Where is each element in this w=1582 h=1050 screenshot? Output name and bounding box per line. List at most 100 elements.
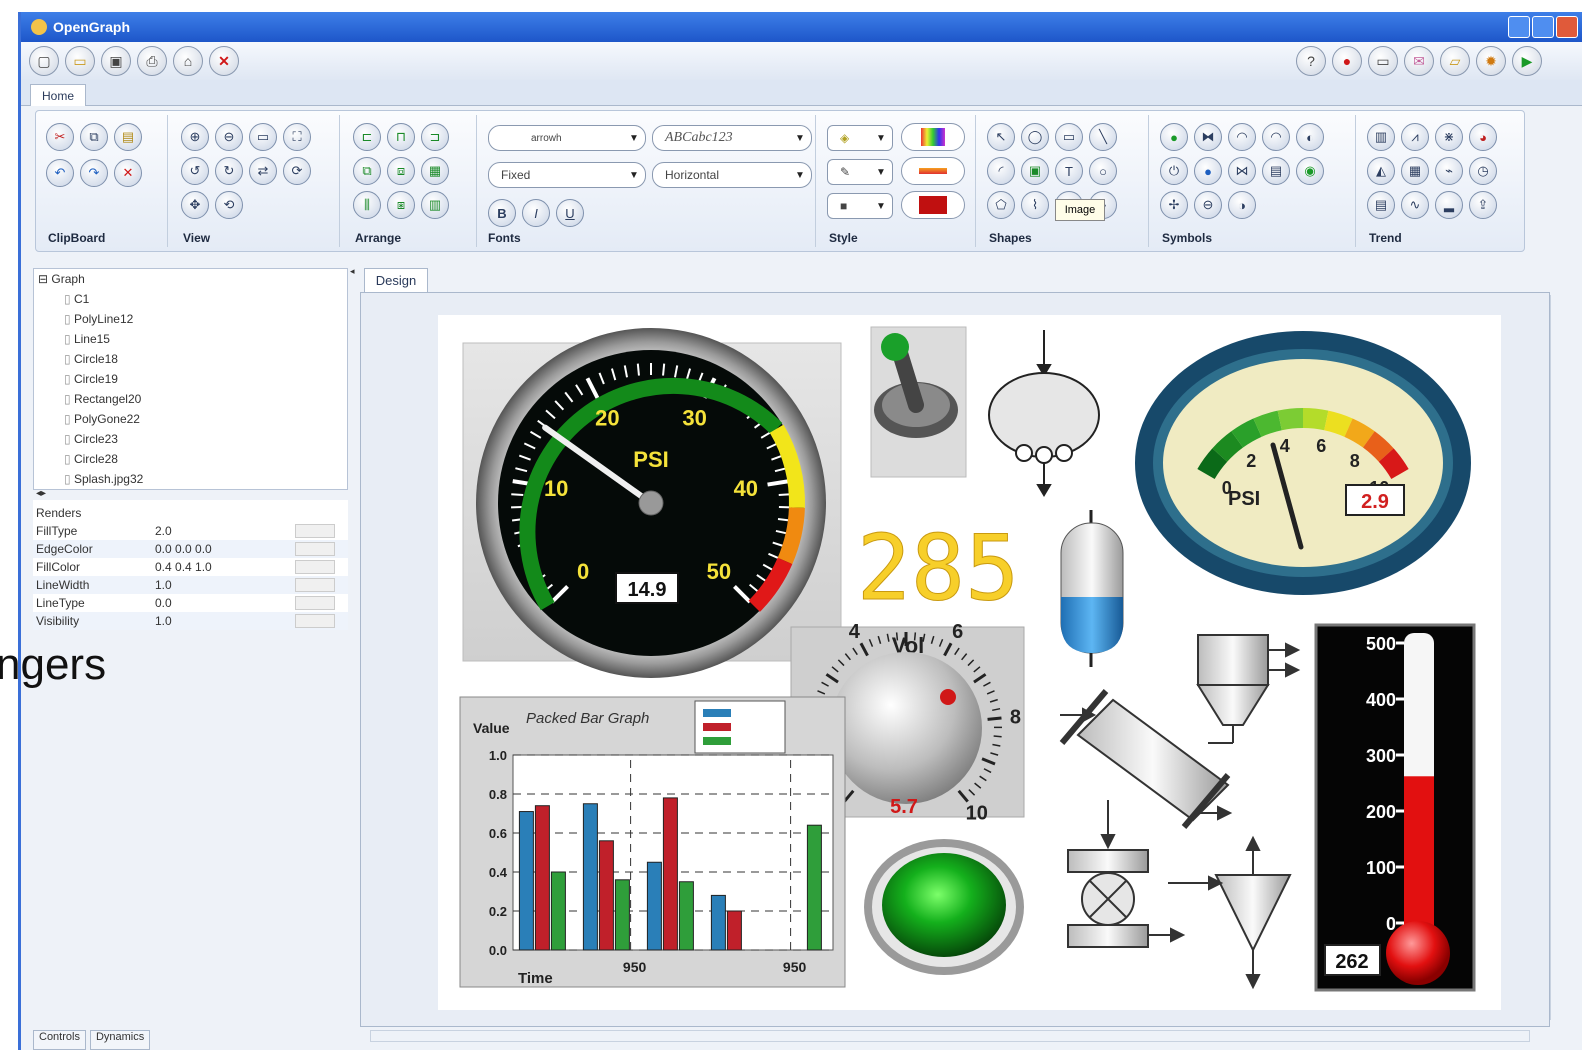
redo-icon[interactable]: ↷: [80, 159, 108, 187]
font-preview-select[interactable]: ABCabc123 ▼: [652, 125, 812, 151]
line-color-button[interactable]: [901, 157, 965, 185]
led-symbol-icon[interactable]: ●: [1160, 123, 1188, 151]
monitor-icon[interactable]: ▭: [1368, 46, 1398, 76]
tree-item[interactable]: ▯ Circle18: [34, 349, 347, 369]
tab-home[interactable]: Home: [30, 84, 86, 106]
toggle-switch[interactable]: [870, 326, 967, 478]
shadow-style-select[interactable]: ■ ▼: [827, 193, 893, 219]
arc-icon[interactable]: ◜: [987, 157, 1015, 185]
font-direction-select[interactable]: Horizontal ▼: [652, 162, 812, 188]
tree-item[interactable]: ▯ Rectangel20: [34, 389, 347, 409]
filter-valve[interactable]: [1067, 800, 1186, 948]
select-arrow-icon[interactable]: ↖: [987, 123, 1015, 151]
rectangle-icon[interactable]: ▭: [1055, 123, 1083, 151]
print-icon[interactable]: ⎙: [137, 46, 167, 76]
property-edit-button[interactable]: [295, 524, 335, 538]
psi-gauge-black[interactable]: PSI 0 10 20 30 40 50 14.9: [462, 328, 842, 678]
distribute-icon[interactable]: ⫼: [353, 191, 381, 219]
minimize-button[interactable]: [1508, 16, 1530, 38]
align-right-icon[interactable]: ⊐: [421, 123, 449, 151]
rotate-right-icon[interactable]: ↻: [215, 157, 243, 185]
fill-style-select[interactable]: ◈ ▼: [827, 125, 893, 151]
waveform-icon[interactable]: ∿: [1401, 191, 1429, 219]
drop-symbol-icon[interactable]: ●: [1194, 157, 1222, 185]
delete-icon[interactable]: ✕: [114, 159, 142, 187]
property-row[interactable]: LineWidth 1.0: [33, 576, 348, 594]
property-edit-button[interactable]: [295, 614, 335, 628]
new-file-icon[interactable]: ▢: [29, 46, 59, 76]
cut-icon[interactable]: ✂: [46, 123, 74, 151]
property-value[interactable]: 0.4 0.4 1.0: [155, 558, 295, 576]
bar-chart[interactable]: Packed Bar Graph Value Time 1.0 0.8 0.6 0.4…: [459, 696, 846, 988]
trend-icon[interactable]: ⌁: [1435, 157, 1463, 185]
open-folder-icon[interactable]: ▭: [65, 46, 95, 76]
tab-dynamics[interactable]: Dynamics: [89, 1030, 151, 1050]
close-icon[interactable]: ✕: [209, 46, 239, 76]
reset-view-icon[interactable]: ⟲: [215, 191, 243, 219]
zoom-in-icon[interactable]: ⊕: [181, 123, 209, 151]
align-left-icon[interactable]: ⊏: [353, 123, 381, 151]
font-mode-select[interactable]: Fixed ▼: [488, 162, 646, 188]
property-value[interactable]: 0.0: [155, 594, 295, 612]
fill-color-button[interactable]: [901, 191, 965, 219]
indicator-symbol-icon[interactable]: ◉: [1296, 157, 1324, 185]
tree-item[interactable]: ▯ Splash.jpg32: [34, 469, 347, 489]
underline-icon[interactable]: U: [556, 199, 584, 227]
switch-symbol-icon[interactable]: ⏻: [1160, 157, 1188, 185]
area-chart-icon[interactable]: ◭: [1367, 157, 1395, 185]
property-row[interactable]: FillColor 0.4 0.4 1.0: [33, 558, 348, 576]
fullscreen-icon[interactable]: ⛶: [283, 123, 311, 151]
report-icon[interactable]: ▤: [1367, 191, 1395, 219]
property-row[interactable]: FillType 2.0: [33, 522, 348, 540]
tree-item[interactable]: ▯ Line15: [34, 329, 347, 349]
property-row[interactable]: EdgeColor 0.0 0.0 0.0: [33, 540, 348, 558]
bring-front-icon[interactable]: ⧉: [353, 157, 381, 185]
drawing-canvas[interactable]: PSI 0 10 20 30 40 50 14.9 285 0 2 4 6 8 10 PSI: [438, 315, 1501, 1010]
mail-icon[interactable]: ✉: [1404, 46, 1434, 76]
xy-chart-icon[interactable]: ⋇: [1435, 123, 1463, 151]
align-center-icon[interactable]: ⊓: [387, 123, 415, 151]
psi-gauge-cream[interactable]: 0246810 PSI 2.9: [1135, 331, 1471, 595]
property-value[interactable]: 2.0: [155, 522, 295, 540]
close-window-button[interactable]: [1556, 16, 1578, 38]
export-icon[interactable]: ⇪: [1469, 191, 1497, 219]
green-indicator-light[interactable]: [864, 839, 1024, 975]
tree-item[interactable]: ▯ C1: [34, 289, 347, 309]
fit-icon[interactable]: ▭: [249, 123, 277, 151]
property-value[interactable]: 1.0: [155, 612, 295, 630]
line-style-select[interactable]: ✎ ▼: [827, 159, 893, 185]
copy-icon[interactable]: ⧉: [80, 123, 108, 151]
cone-separator[interactable]: [1168, 835, 1292, 990]
tree-item[interactable]: ▯ Circle19: [34, 369, 347, 389]
property-row[interactable]: Visibility 1.0: [33, 612, 348, 630]
order-icon[interactable]: ▥: [421, 191, 449, 219]
refresh-icon[interactable]: ⟳: [283, 157, 311, 185]
table-icon[interactable]: ▦: [1401, 157, 1429, 185]
folder-icon[interactable]: ▱: [1440, 46, 1470, 76]
property-edit-button[interactable]: [295, 578, 335, 592]
hopper-vessel[interactable]: [988, 330, 1100, 497]
line-chart-icon[interactable]: ⩘: [1401, 123, 1429, 151]
zoom-out-icon[interactable]: ⊖: [215, 123, 243, 151]
dome-symbol-icon[interactable]: ◠: [1262, 123, 1290, 151]
cyclone-separator[interactable]: [1196, 634, 1301, 744]
group-objects-icon[interactable]: ▦: [421, 157, 449, 185]
flip-icon[interactable]: ⇄: [249, 157, 277, 185]
polygon-icon[interactable]: ⬠: [987, 191, 1015, 219]
line-icon[interactable]: ╲: [1089, 123, 1117, 151]
histogram-icon[interactable]: ▂: [1435, 191, 1463, 219]
tree-item[interactable]: ▯ PolyLine12: [34, 309, 347, 329]
bowtie-symbol-icon[interactable]: ⋈: [1228, 157, 1256, 185]
text-icon[interactable]: T: [1055, 157, 1083, 185]
bar-chart-icon[interactable]: ▥: [1367, 123, 1395, 151]
save-icon[interactable]: ▣: [101, 46, 131, 76]
splitter-arrows-icon[interactable]: ◂▸: [36, 488, 46, 499]
italic-icon[interactable]: I: [522, 199, 550, 227]
valve-symbol-icon[interactable]: ⧓: [1194, 123, 1222, 151]
paste-icon[interactable]: ▤: [114, 123, 142, 151]
pipe-symbol-icon[interactable]: ⊖: [1194, 191, 1222, 219]
tab-controls[interactable]: Controls: [33, 1030, 86, 1050]
run-icon[interactable]: ▶: [1512, 46, 1542, 76]
ungroup-icon[interactable]: ⧆: [387, 191, 415, 219]
gauge-symbol-icon[interactable]: ◐: [1296, 123, 1324, 151]
